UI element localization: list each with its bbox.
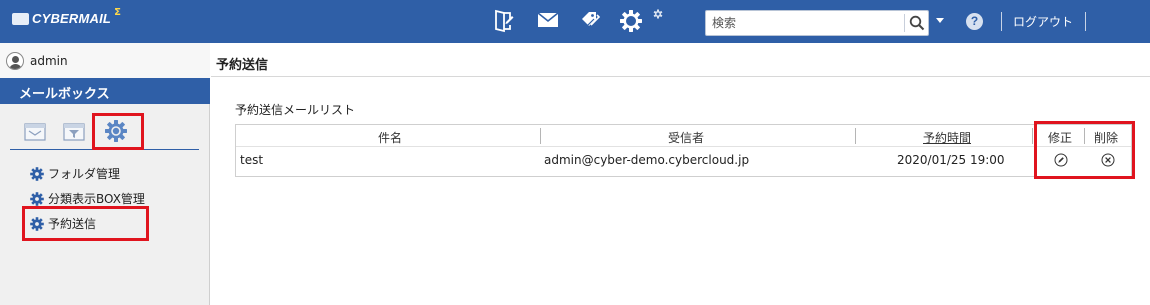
search-options-chevron-down-icon[interactable]: [936, 18, 944, 23]
header-divider: [1001, 12, 1002, 31]
address-book-icon[interactable]: [580, 11, 602, 32]
avatar: [6, 52, 24, 70]
mail-icon[interactable]: [537, 12, 559, 31]
page-title: 予約送信: [216, 58, 269, 73]
sidebar-tab-underline: [10, 149, 199, 150]
logo-text: CYBERMAIL: [32, 11, 112, 26]
cell-subject: test: [240, 153, 264, 167]
cell-recipient: admin@cyber-demo.cybercloud.jp: [544, 153, 750, 167]
sidebar-item-scheduled-send[interactable]: 予約送信: [30, 215, 96, 232]
logo-superscript: Σ: [114, 7, 121, 18]
settings-icon[interactable]: [620, 9, 666, 38]
column-header-edit: 修正: [1048, 131, 1073, 145]
mailbox-tab-icon[interactable]: [24, 121, 46, 144]
search-box: [705, 10, 929, 36]
column-header-recipient[interactable]: 受信者: [668, 129, 704, 146]
sidebar-item-folder-management[interactable]: フォルダ管理: [30, 165, 120, 182]
gear-icon: [30, 191, 44, 206]
list-title: 予約送信メールリスト: [235, 103, 356, 117]
search-divider: [904, 14, 905, 32]
sidebar-item-label: 予約送信: [48, 217, 97, 231]
top-bar: CYBERMAIL Σ 検索 ? ログアウト: [0, 0, 1150, 43]
table-header: 件名 受信者 予約時間 修正 削除: [236, 125, 1131, 147]
column-divider: [1032, 128, 1033, 144]
logo-envelope-icon: [12, 12, 29, 25]
search-input[interactable]: [706, 11, 902, 35]
header-divider: [1085, 12, 1086, 31]
search-icon[interactable]: [909, 15, 925, 34]
logout-link[interactable]: ログアウト: [1013, 13, 1073, 30]
user-bar: admin: [0, 43, 210, 78]
app-logo[interactable]: CYBERMAIL Σ: [12, 7, 121, 26]
column-header-delete: 削除: [1094, 131, 1119, 145]
sidebar-item-label: フォルダ管理: [48, 167, 121, 181]
filter-tab-icon[interactable]: [63, 121, 85, 144]
sidebar-section-title: メールボックス: [0, 78, 210, 104]
sidebar-item-label: 分類表示BOX管理: [48, 192, 145, 206]
gear-icon: [30, 166, 44, 181]
column-header-subject[interactable]: 件名: [378, 129, 402, 146]
page-title-divider: [211, 76, 1150, 77]
gear-icon: [30, 216, 44, 231]
column-divider: [855, 128, 856, 144]
scheduled-mail-table: 件名 受信者 予約時間 修正 削除 test admin@cyber-demo.…: [235, 124, 1132, 177]
cell-scheduled-time: 2020/01/25 19:00: [897, 153, 1005, 167]
compose-icon[interactable]: [494, 9, 514, 36]
column-header-scheduled-time[interactable]: 予約時間: [923, 129, 971, 146]
edit-pencil-icon[interactable]: [1054, 153, 1068, 170]
column-divider: [1084, 128, 1085, 144]
delete-x-icon[interactable]: [1101, 153, 1115, 170]
username: admin: [30, 54, 68, 68]
settings-tab-icon[interactable]: [104, 119, 128, 146]
help-icon[interactable]: ?: [966, 13, 983, 30]
sidebar-item-classify-box-management[interactable]: 分類表示BOX管理: [30, 190, 145, 207]
sidebar: admin メールボックス フォルダ管理 分類表示BOX管理 予約送信: [0, 43, 210, 305]
column-divider: [540, 128, 541, 144]
